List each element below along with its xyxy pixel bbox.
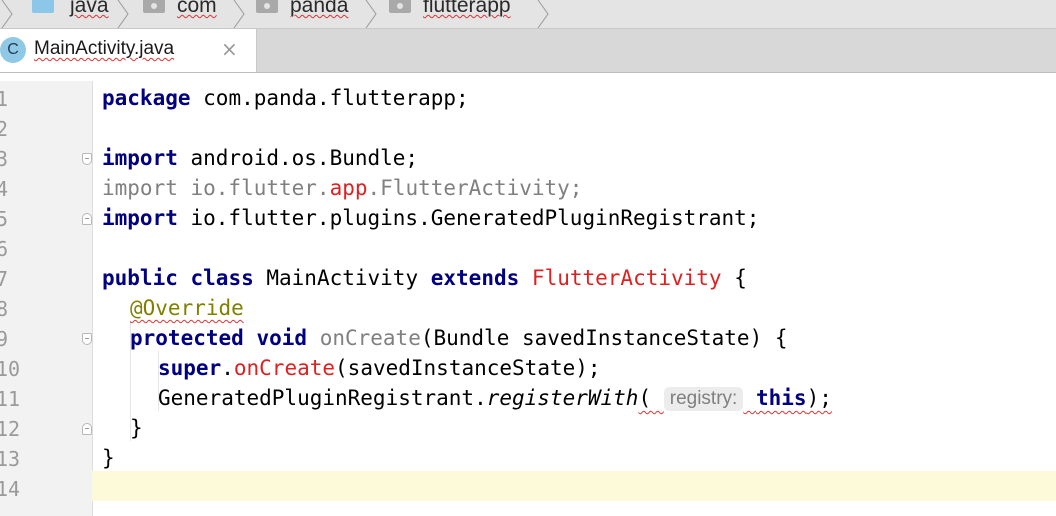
code-line-10: super.onCreate(savedInstanceState); [158,356,601,380]
breadcrumb-separator [0,0,14,28]
code-area[interactable]: package com.panda.flutterapp; import and… [92,81,1056,516]
line-number: 14 [0,477,21,501]
breadcrumb: java com panda flutterapp [0,0,1056,29]
fold-icon[interactable] [82,213,92,225]
line-number: 2 [0,117,9,141]
line-number: 3 [0,147,9,171]
line-number: 6 [0,237,9,261]
java-class-icon: C [0,37,26,63]
code-line-5: import io.flutter.plugins.GeneratedPlugi… [102,206,760,230]
line-number-gutter: 1 2 3 4 5 6 7 8 9 10 11 12 13 14 [0,81,93,516]
line-number: 1 [0,87,9,111]
fold-icon[interactable] [82,423,92,435]
code-line-11: GeneratedPluginRegistrant.registerWith( … [158,386,832,411]
line-number: 9 [0,327,9,351]
code-line-12: } [130,416,143,440]
package-icon [389,0,411,13]
editor-tab-bar: C MainActivity.java × [0,29,1056,73]
code-line-3: import android.os.Bundle; [102,146,419,170]
code-line-1: package com.panda.flutterapp; [102,86,469,110]
line-number: 5 [0,207,9,231]
code-line-4: import io.flutter.app.FlutterActivity; [102,176,583,200]
line-number: 12 [0,417,21,441]
package-icon [143,0,165,13]
code-line-13: } [102,446,115,470]
code-line-9: protected void onCreate(Bundle savedInst… [130,326,788,350]
line-number: 13 [0,447,21,471]
line-number: 4 [0,177,9,201]
fold-icon[interactable] [82,153,92,165]
parameter-hint: registry: [663,387,744,411]
package-icon [256,0,278,13]
line-number: 7 [0,267,9,291]
tab-label: MainActivity.java [34,38,175,59]
breadcrumb-separator [364,0,378,28]
breadcrumb-separator [232,0,246,28]
folder-icon [32,0,54,13]
line-number: 10 [0,357,21,381]
current-line-highlight [92,471,1056,501]
line-number: 11 [0,387,21,411]
code-editor[interactable]: 1 2 3 4 5 6 7 8 9 10 11 12 13 14 package… [0,81,1056,516]
error-squiggle: ( registry: this); [638,386,832,411]
code-line-7: public class MainActivity extends Flutte… [102,266,747,290]
close-icon[interactable]: × [221,37,238,61]
breadcrumb-separator [536,0,550,28]
fold-icon[interactable] [82,333,92,345]
breadcrumb-separator [116,0,130,28]
code-line-8: @Override [130,296,244,320]
line-number: 8 [0,297,9,321]
tab-main-activity[interactable]: C MainActivity.java × [0,29,257,72]
